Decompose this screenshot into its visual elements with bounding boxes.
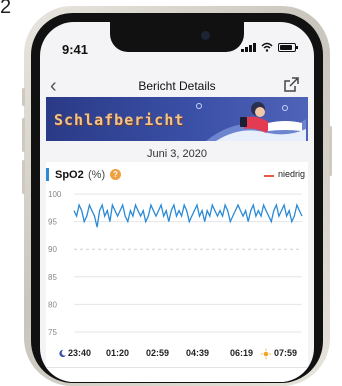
sleeping-person-illustration	[206, 102, 306, 141]
app-screen: 9:41 ‹ Bericht Details Schlafbericht Jun…	[40, 22, 314, 382]
volume-down-button	[22, 160, 25, 194]
share-icon[interactable]	[282, 76, 300, 94]
camera	[201, 31, 210, 40]
power-button	[329, 126, 332, 176]
status-icons	[241, 42, 298, 52]
page-number-label: 2	[0, 0, 12, 18]
battery-icon	[278, 42, 298, 52]
report-date: Juni 3, 2020	[147, 148, 207, 160]
volume-up-button	[22, 118, 25, 152]
banner-title: Schlafbericht	[54, 111, 185, 129]
wifi-icon	[261, 42, 273, 52]
star-icon	[196, 103, 202, 109]
mute-switch	[22, 88, 25, 106]
status-time: 9:41	[62, 42, 89, 57]
sleep-report-banner: Schlafbericht	[46, 97, 308, 141]
page-title: Bericht Details	[138, 79, 216, 93]
notch	[110, 22, 244, 52]
signal-icon	[241, 42, 256, 52]
